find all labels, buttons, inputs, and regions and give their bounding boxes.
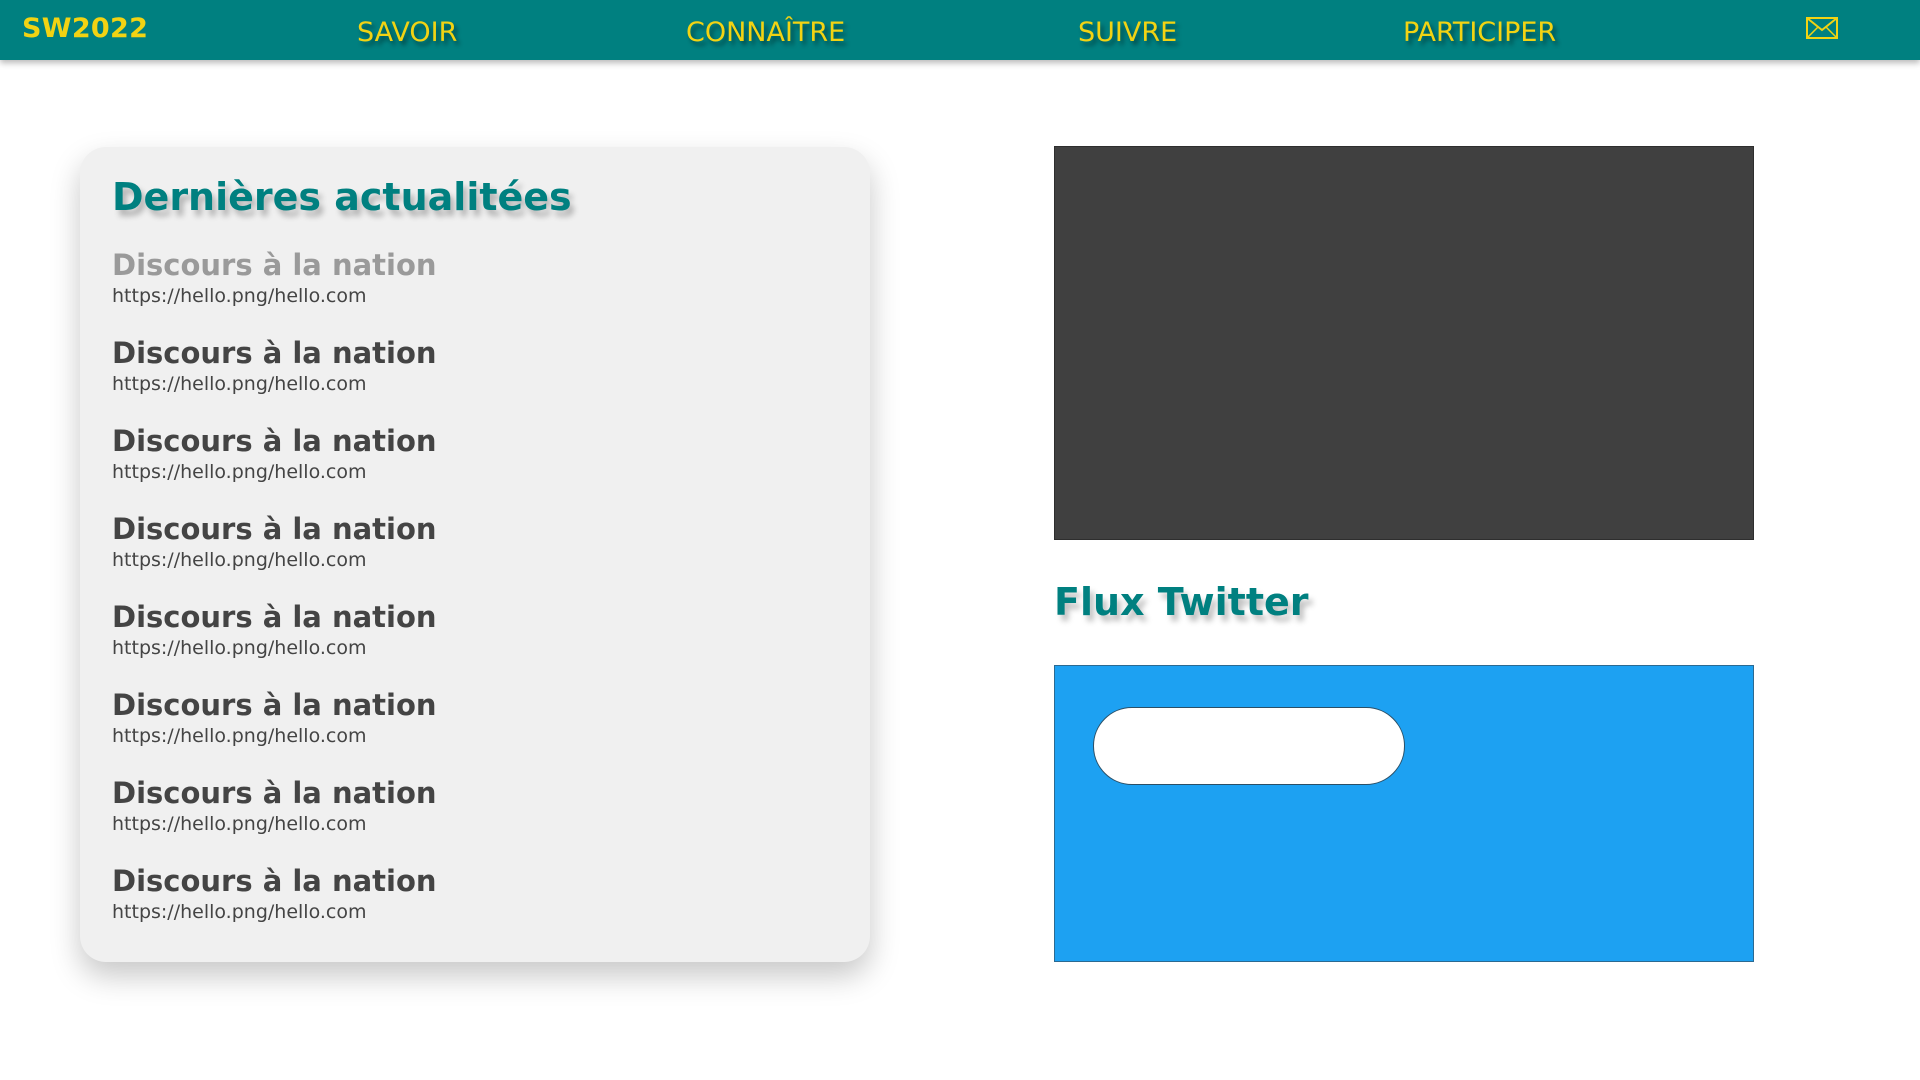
news-list: Discours à la nation https://hello.png/h… — [112, 247, 832, 951]
nav-item-suivre[interactable]: SUIVRE — [1078, 17, 1177, 48]
news-item-title[interactable]: Discours à la nation — [112, 863, 832, 899]
news-item-title[interactable]: Discours à la nation — [112, 335, 832, 371]
news-item-url[interactable]: https://hello.png/hello.com — [112, 371, 832, 397]
news-list-item[interactable]: Discours à la nation https://hello.png/h… — [112, 423, 832, 511]
news-item-title[interactable]: Discours à la nation — [112, 423, 832, 459]
news-item-title[interactable]: Discours à la nation — [112, 511, 832, 547]
news-list-item[interactable]: Discours à la nation https://hello.png/h… — [112, 247, 832, 335]
nav-item-connaitre[interactable]: CONNAÎTRE — [686, 17, 845, 48]
twitter-feed-heading: Flux Twitter — [1054, 580, 1309, 624]
news-item-url[interactable]: https://hello.png/hello.com — [112, 283, 832, 309]
news-item-url[interactable]: https://hello.png/hello.com — [112, 459, 832, 485]
news-item-url[interactable]: https://hello.png/hello.com — [112, 723, 832, 749]
latest-news-heading: Dernières actualitées — [112, 175, 572, 219]
news-list-item[interactable]: Discours à la nation https://hello.png/h… — [112, 335, 832, 423]
news-list-item[interactable]: Discours à la nation https://hello.png/h… — [112, 511, 832, 599]
news-item-url[interactable]: https://hello.png/hello.com — [112, 811, 832, 837]
envelope-icon[interactable] — [1806, 17, 1838, 39]
news-item-title[interactable]: Discours à la nation — [112, 247, 832, 283]
nav-item-participer[interactable]: PARTICIPER — [1403, 17, 1556, 48]
news-list-item[interactable]: Discours à la nation https://hello.png/h… — [112, 863, 832, 951]
news-item-url[interactable]: https://hello.png/hello.com — [112, 899, 832, 925]
media-placeholder — [1054, 146, 1754, 540]
news-list-item[interactable]: Discours à la nation https://hello.png/h… — [112, 687, 832, 775]
site-logo[interactable]: SW2022 — [22, 13, 148, 44]
twitter-follow-button[interactable] — [1093, 707, 1405, 785]
twitter-feed-panel — [1054, 665, 1754, 962]
news-item-url[interactable]: https://hello.png/hello.com — [112, 547, 832, 573]
news-item-url[interactable]: https://hello.png/hello.com — [112, 635, 832, 661]
news-item-title[interactable]: Discours à la nation — [112, 687, 832, 723]
news-list-item[interactable]: Discours à la nation https://hello.png/h… — [112, 599, 832, 687]
news-item-title[interactable]: Discours à la nation — [112, 775, 832, 811]
top-navigation-bar: SW2022 SAVOIR CONNAÎTRE SUIVRE PARTICIPE… — [0, 0, 1920, 60]
news-item-title[interactable]: Discours à la nation — [112, 599, 832, 635]
latest-news-card: Dernières actualitées Discours à la nati… — [80, 147, 870, 962]
nav-item-savoir[interactable]: SAVOIR — [357, 17, 457, 48]
news-list-item[interactable]: Discours à la nation https://hello.png/h… — [112, 775, 832, 863]
